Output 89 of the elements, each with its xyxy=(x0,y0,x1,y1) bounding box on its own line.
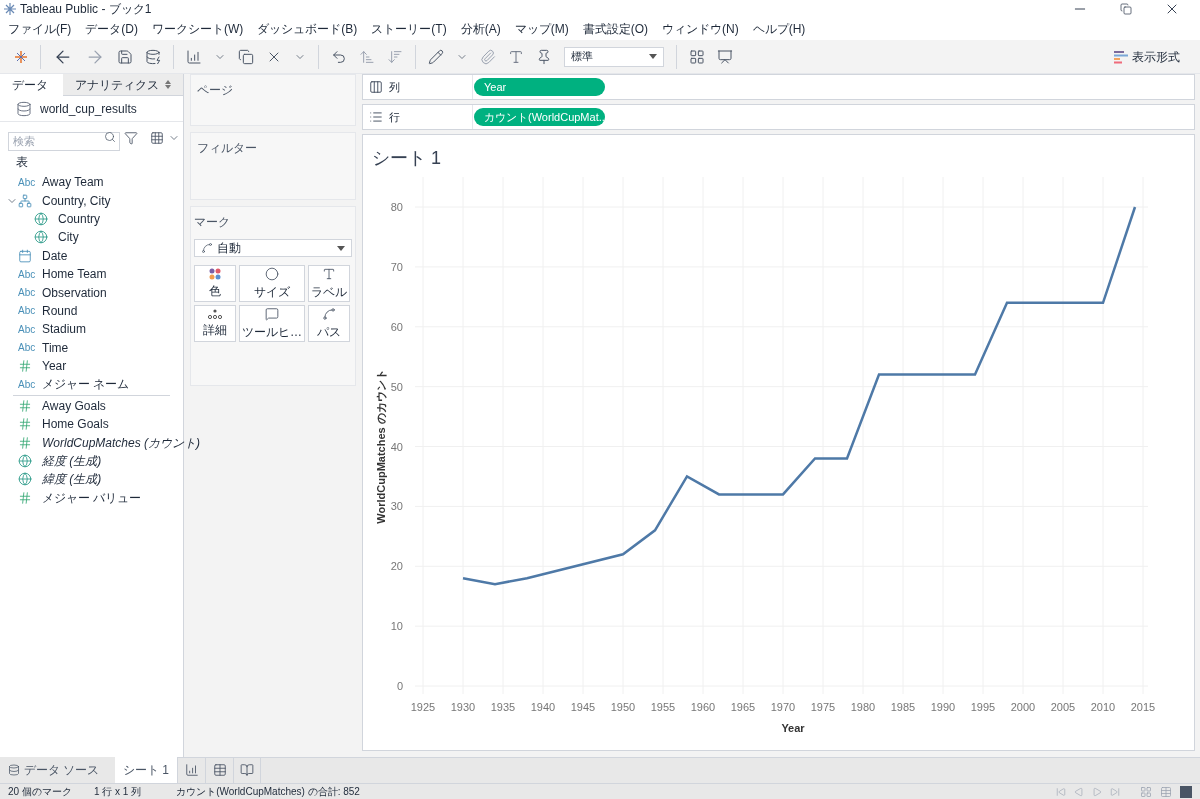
x-tick-label: 1925 xyxy=(410,701,436,713)
status-text: カウント(WorldCupMatches) の合計: 852 xyxy=(176,785,360,799)
menu-item[interactable]: 分析(A) xyxy=(460,20,501,38)
menu-item[interactable]: ウィンドウ(N) xyxy=(662,20,739,38)
datasource-name[interactable]: world_cup_results xyxy=(40,99,137,118)
x-tick-label: 2000 xyxy=(1010,701,1036,713)
abc-type-label: Abc xyxy=(18,322,37,337)
menu-item[interactable]: 書式設定(O) xyxy=(582,20,648,38)
x-tick-label: 2005 xyxy=(1050,701,1076,713)
field-item[interactable]: メジャー ネーム xyxy=(42,375,130,394)
y-tick-label: 20 xyxy=(390,560,403,573)
panel-tab[interactable]: アナリティクス xyxy=(63,74,183,96)
field-item[interactable]: メジャー バリュー xyxy=(42,488,142,507)
field-item[interactable]: Stadium xyxy=(42,320,87,339)
x-tick-label: 1935 xyxy=(490,701,516,713)
fit-dropdown[interactable]: 標準 xyxy=(564,46,664,67)
window-title: Tableau Public - ブック1 xyxy=(20,1,152,18)
filters-card: フィルター xyxy=(190,132,356,200)
mark-property-button[interactable]: ツールヒ… xyxy=(239,305,305,342)
x-axis-title: Year xyxy=(781,722,805,734)
mark-property-button[interactable]: 色 xyxy=(194,265,236,302)
y-tick-label: 10 xyxy=(390,620,403,633)
field-item[interactable]: Home Goals xyxy=(42,415,109,434)
field-item[interactable]: 緯度 (生成) xyxy=(42,470,102,489)
y-tick-label: 80 xyxy=(390,201,403,213)
mark-property-button[interactable]: パス xyxy=(308,305,350,342)
x-tick-label: 1965 xyxy=(730,701,756,713)
y-tick-label: 60 xyxy=(390,320,403,333)
y-tick-label: 0 xyxy=(396,680,403,692)
field-item[interactable]: Home Team xyxy=(42,265,107,284)
shelf-label: 列 xyxy=(389,79,400,95)
x-tick-label: 1945 xyxy=(570,701,596,713)
x-tick-label: 1980 xyxy=(850,701,876,713)
field-item[interactable]: Year xyxy=(42,357,67,376)
search-field[interactable]: 検索 xyxy=(8,131,120,151)
mark-property-button[interactable]: 詳細 xyxy=(194,305,236,342)
abc-type-label: Abc xyxy=(18,267,37,282)
x-tick-label: 1955 xyxy=(650,701,676,713)
marks-card-title: マーク xyxy=(194,214,231,231)
abc-type-label: Abc xyxy=(18,175,37,190)
x-tick-label: 1940 xyxy=(530,701,556,713)
x-tick-label: 1985 xyxy=(890,701,916,713)
field-item[interactable]: Country, City xyxy=(42,191,111,210)
x-tick-label: 2010 xyxy=(1090,701,1116,713)
show-me-button[interactable]: 表示形式 xyxy=(1114,47,1188,66)
x-tick-label: 1995 xyxy=(970,701,996,713)
field-item[interactable]: Away Team xyxy=(42,173,104,192)
field-item[interactable]: Observation xyxy=(42,283,107,302)
abc-type-label: Abc xyxy=(18,378,37,392)
x-tick-label: 1960 xyxy=(690,701,716,713)
field-item[interactable]: City xyxy=(58,228,79,247)
x-tick-label: 1975 xyxy=(810,701,836,713)
y-tick-label: 50 xyxy=(390,380,403,393)
shelf-label: 行 xyxy=(389,109,400,125)
pages-card: ページ xyxy=(190,74,356,126)
sheet-title: シート 1 xyxy=(371,147,442,170)
status-text: 20 個のマーク xyxy=(8,785,72,799)
abc-type-label: Abc xyxy=(18,341,37,356)
x-tick-label: 1990 xyxy=(930,701,956,713)
field-item[interactable]: Time xyxy=(42,338,69,357)
menu-item[interactable]: ヘルプ(H) xyxy=(752,20,806,38)
field-item[interactable]: WorldCupMatches (カウント) xyxy=(42,433,201,452)
menu-item[interactable]: ダッシュボード(B) xyxy=(257,20,358,38)
menu-item[interactable]: ファイル(F) xyxy=(8,20,72,38)
field-item[interactable]: Round xyxy=(42,301,78,320)
menu-item[interactable]: マップ(M) xyxy=(514,20,569,38)
field-item[interactable]: Country xyxy=(58,209,101,228)
y-tick-label: 30 xyxy=(390,500,403,513)
sheet-tab[interactable]: シート 1 xyxy=(115,757,177,783)
mark-type-dropdown[interactable]: 自動 xyxy=(194,239,352,257)
mark-property-button[interactable]: ラベル xyxy=(308,265,350,302)
menu-item[interactable]: ワークシート(W) xyxy=(152,20,244,38)
x-tick-label: 1970 xyxy=(770,701,796,713)
field-item[interactable]: 経度 (生成) xyxy=(42,452,102,471)
x-tick-label: 1950 xyxy=(610,701,636,713)
field-item[interactable]: Away Goals xyxy=(42,396,106,415)
menu-item[interactable]: データ(D) xyxy=(85,20,138,38)
y-axis-title: WorldCupMatches のカウント xyxy=(375,369,387,524)
field-item[interactable]: Date xyxy=(42,246,68,265)
mark-property-button[interactable]: サイズ xyxy=(239,265,305,302)
menu-item[interactable]: ストーリー(T) xyxy=(371,20,447,38)
y-tick-label: 70 xyxy=(390,260,403,273)
x-tick-label: 2015 xyxy=(1130,701,1156,713)
status-text: 1 行 x 1 列 xyxy=(93,785,142,799)
abc-type-label: Abc xyxy=(18,304,37,319)
y-tick-label: 40 xyxy=(390,440,403,453)
x-tick-label: 1930 xyxy=(450,701,476,713)
table-heading: 表 xyxy=(15,154,29,171)
abc-type-label: Abc xyxy=(18,286,37,301)
